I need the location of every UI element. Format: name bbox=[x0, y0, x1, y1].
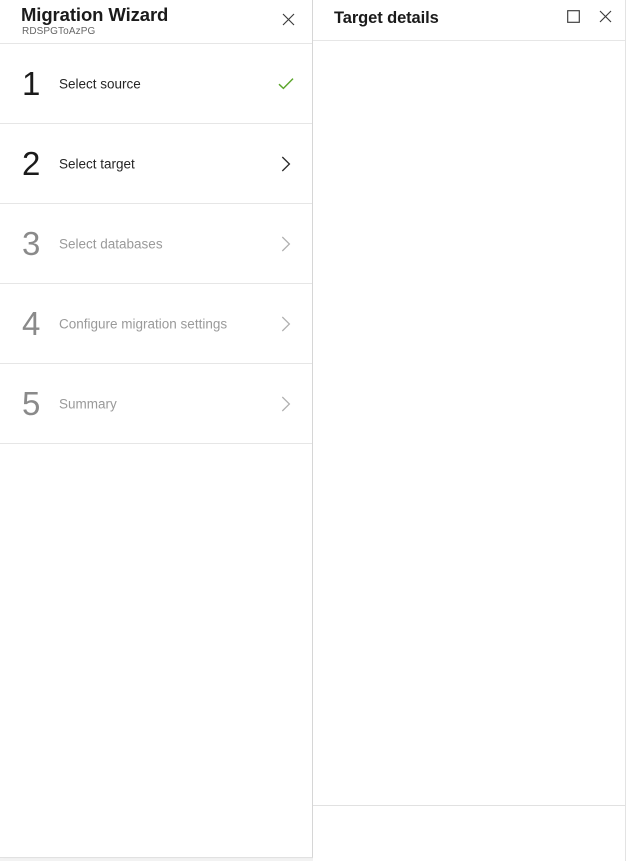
step-label: Select source bbox=[59, 76, 141, 91]
details-close-button[interactable] bbox=[591, 5, 619, 33]
chevron-right-icon bbox=[278, 156, 294, 172]
details-header: Target details bbox=[313, 0, 626, 41]
maximize-button[interactable] bbox=[559, 5, 587, 33]
step-label: Select target bbox=[59, 156, 135, 171]
step-label: Summary bbox=[59, 396, 117, 411]
step-number: 5 bbox=[22, 384, 41, 422]
wizard-close-button[interactable] bbox=[274, 5, 302, 33]
wizard-steps-list: 1 Select source 2 Select target 3 Select… bbox=[0, 44, 312, 444]
step-label: Select databases bbox=[59, 236, 163, 251]
sidebar-item-select-databases[interactable]: 3 Select databases bbox=[0, 204, 312, 284]
step-number: 1 bbox=[22, 64, 41, 102]
step-label: Configure migration settings bbox=[59, 316, 228, 331]
wizard-header: Migration Wizard RDSPGToAzPG bbox=[0, 0, 312, 44]
target-details-panel: Target details Subscription bbox=[313, 0, 626, 861]
sidebar-item-configure-migration-settings[interactable]: 4 Configure migration settings bbox=[0, 284, 312, 364]
page-title: Migration Wizard bbox=[21, 4, 169, 25]
app-root: Migration Wizard RDSPGToAzPG 1 Select so… bbox=[0, 0, 626, 861]
migration-wizard-panel: Migration Wizard RDSPGToAzPG 1 Select so… bbox=[0, 0, 313, 858]
details-form: Subscription <subscription-name> Azure P… bbox=[313, 41, 626, 805]
chevron-right-icon bbox=[278, 396, 294, 412]
sidebar-item-select-source[interactable]: 1 Select source bbox=[0, 44, 312, 124]
step-number: 4 bbox=[22, 304, 41, 342]
sidebar-item-summary[interactable]: 5 Summary bbox=[0, 364, 312, 444]
details-footer: Save bbox=[313, 805, 626, 861]
close-icon bbox=[282, 13, 295, 26]
chevron-right-icon bbox=[278, 316, 294, 332]
close-icon bbox=[599, 10, 612, 28]
chevron-right-icon bbox=[278, 236, 294, 252]
check-icon bbox=[278, 76, 294, 92]
step-number: 3 bbox=[22, 224, 41, 262]
step-number: 2 bbox=[22, 144, 41, 182]
wizard-subtitle: RDSPGToAzPG bbox=[22, 26, 96, 37]
details-title: Target details bbox=[334, 9, 439, 27]
maximize-icon bbox=[566, 10, 580, 28]
sidebar-item-select-target[interactable]: 2 Select target bbox=[0, 124, 312, 204]
